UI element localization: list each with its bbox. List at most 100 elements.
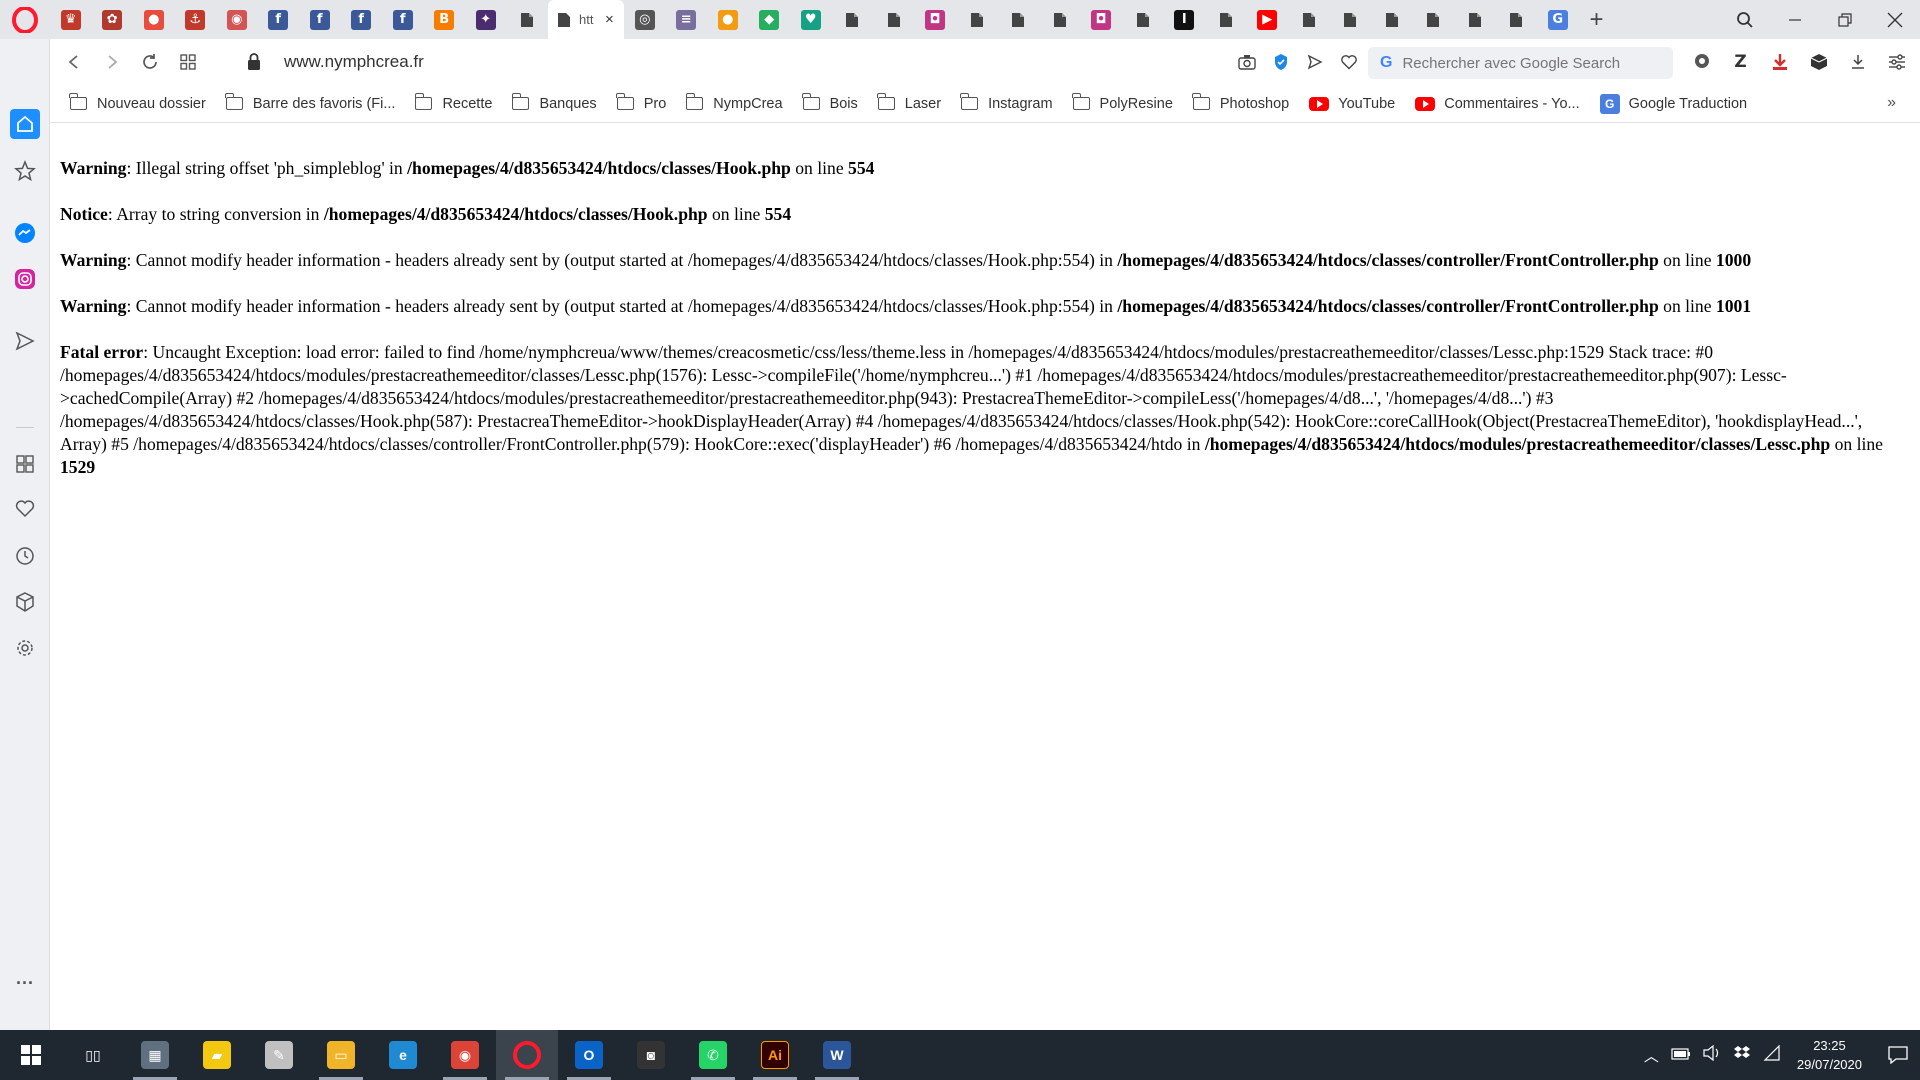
taskbar-app[interactable] [496, 1030, 558, 1080]
search-tabs-icon[interactable] [1720, 0, 1770, 39]
snapshot-icon[interactable] [1230, 54, 1264, 70]
restore-button[interactable] [1820, 0, 1870, 39]
pinned-tab[interactable]: I [1164, 0, 1206, 39]
bookmark-item[interactable]: Photoshop [1192, 93, 1289, 112]
downloads-icon[interactable] [1838, 54, 1877, 70]
battery-icon[interactable] [1671, 1047, 1691, 1064]
pinned-tab[interactable]: ● [707, 0, 749, 39]
pinned-tab[interactable] [507, 0, 549, 39]
bookmarks-overflow-icon[interactable]: » [1887, 94, 1896, 112]
pinned-tab[interactable] [998, 0, 1040, 39]
notifications-icon[interactable] [1876, 1030, 1920, 1080]
pinned-tab[interactable]: ✿ [92, 0, 134, 39]
pinned-tab[interactable]: ◘ [1081, 0, 1123, 39]
extension-chat-icon[interactable] [1682, 53, 1721, 71]
back-button[interactable] [55, 39, 93, 85]
bookmark-item[interactable]: YouTube [1309, 96, 1395, 112]
pinned-tab[interactable]: G [1537, 0, 1579, 39]
new-tab-button[interactable]: + [1579, 0, 1615, 39]
opera-menu-icon[interactable] [0, 0, 50, 39]
pinned-tab[interactable]: f [341, 0, 383, 39]
taskbar-app[interactable]: ▭ [310, 1030, 372, 1080]
pinned-tab[interactable]: f [299, 0, 341, 39]
taskbar-app[interactable]: W [806, 1030, 868, 1080]
pinned-tab[interactable] [873, 0, 915, 39]
pinned-tab[interactable] [1454, 0, 1496, 39]
pinned-tab[interactable] [1288, 0, 1330, 39]
pinned-tab[interactable] [1496, 0, 1538, 39]
pinned-tab[interactable]: ◘ [915, 0, 957, 39]
pinned-tab[interactable] [1413, 0, 1455, 39]
start-button[interactable] [0, 1030, 62, 1080]
messenger-icon[interactable] [10, 218, 40, 248]
extension-z-icon[interactable]: Z [1721, 52, 1760, 72]
send-flow-icon[interactable] [10, 326, 40, 356]
taskbar-app[interactable]: ◙ [620, 1030, 682, 1080]
speed-dial-icon[interactable] [169, 39, 207, 85]
taskbar-app[interactable]: ▰ [186, 1030, 248, 1080]
home-icon[interactable] [10, 109, 40, 139]
settings-gear-icon[interactable] [10, 633, 40, 663]
taskbar-app[interactable]: ✆ [682, 1030, 744, 1080]
pinned-tab[interactable]: ◆ [749, 0, 791, 39]
pinned-tab[interactable]: B [424, 0, 466, 39]
dropbox-icon[interactable] [1733, 1045, 1751, 1065]
heart-icon[interactable] [10, 494, 40, 524]
pinned-tab[interactable] [1122, 0, 1164, 39]
minimize-button[interactable] [1770, 0, 1820, 39]
taskbar-app[interactable]: ◉ [434, 1030, 496, 1080]
pinned-tab[interactable] [1330, 0, 1372, 39]
forward-button[interactable] [93, 39, 131, 85]
bookmark-item[interactable]: PolyResine [1071, 93, 1173, 112]
bookmark-item[interactable]: NympCrea [685, 93, 783, 112]
pinned-tab[interactable]: ⚓ [175, 0, 217, 39]
reload-button[interactable] [131, 39, 169, 85]
pinned-tab[interactable]: ● [133, 0, 175, 39]
pinned-tab[interactable]: f [258, 0, 300, 39]
volume-icon[interactable] [1703, 1044, 1721, 1065]
history-clock-icon[interactable] [10, 541, 40, 571]
bookmark-item[interactable]: Nouveau dossier [69, 93, 206, 112]
pinned-tab[interactable] [1205, 0, 1247, 39]
pinned-tab[interactable]: ◎ [624, 0, 666, 39]
star-icon[interactable] [10, 156, 40, 186]
bookmark-item[interactable]: Laser [877, 93, 941, 112]
taskbar-app[interactable]: e [372, 1030, 434, 1080]
bookmark-item[interactable]: Barre des favoris (Fi... [225, 93, 395, 112]
bookmark-item[interactable]: G Google Traduction [1599, 93, 1747, 114]
pinned-tab[interactable] [956, 0, 998, 39]
url-field[interactable]: www.nymphcrea.fr [284, 52, 424, 72]
taskbar-app[interactable]: Ai [744, 1030, 806, 1080]
pinned-tab[interactable]: ≡ [666, 0, 708, 39]
show-hidden-icons-icon[interactable]: ︿ [1644, 1045, 1659, 1066]
close-tab-icon[interactable]: × [605, 11, 614, 28]
pinned-tab[interactable]: f [382, 0, 424, 39]
bookmark-item[interactable]: Instagram [960, 93, 1053, 112]
bookmark-item[interactable]: Bois [801, 93, 858, 112]
speed-dial-sidebar-icon[interactable] [10, 449, 40, 479]
taskbar-app[interactable]: O [558, 1030, 620, 1080]
pinned-tab[interactable]: ✦ [465, 0, 507, 39]
close-window-button[interactable] [1870, 0, 1920, 39]
pinned-tab[interactable] [1039, 0, 1081, 39]
pinned-tab[interactable]: ♛ [50, 0, 92, 39]
extensions-cube-icon[interactable] [10, 587, 40, 617]
pinned-tab[interactable] [1371, 0, 1413, 39]
pinned-tab[interactable]: ◉ [216, 0, 258, 39]
lock-icon[interactable] [246, 52, 262, 72]
clock[interactable]: 23:25 29/07/2020 [1797, 1036, 1862, 1074]
bookmark-item[interactable]: Recette [414, 93, 492, 112]
extension-download-red-icon[interactable] [1760, 53, 1799, 71]
bookmark-item[interactable]: Pro [616, 93, 666, 112]
taskbar-app[interactable]: ▯▯ [62, 1030, 124, 1080]
search-box[interactable]: G [1368, 47, 1673, 79]
sidebar-more-icon[interactable]: ... [10, 963, 40, 993]
extension-box-icon[interactable] [1799, 53, 1838, 71]
bookmark-heart-icon[interactable] [1332, 54, 1366, 70]
pinned-tab[interactable]: ♥ [790, 0, 832, 39]
easy-setup-icon[interactable] [1877, 54, 1916, 70]
wifi-icon[interactable] [1763, 1044, 1781, 1065]
active-tab[interactable]: htt × [548, 0, 624, 39]
pinned-tab[interactable]: ▶ [1247, 0, 1289, 39]
send-icon[interactable] [1298, 54, 1332, 70]
